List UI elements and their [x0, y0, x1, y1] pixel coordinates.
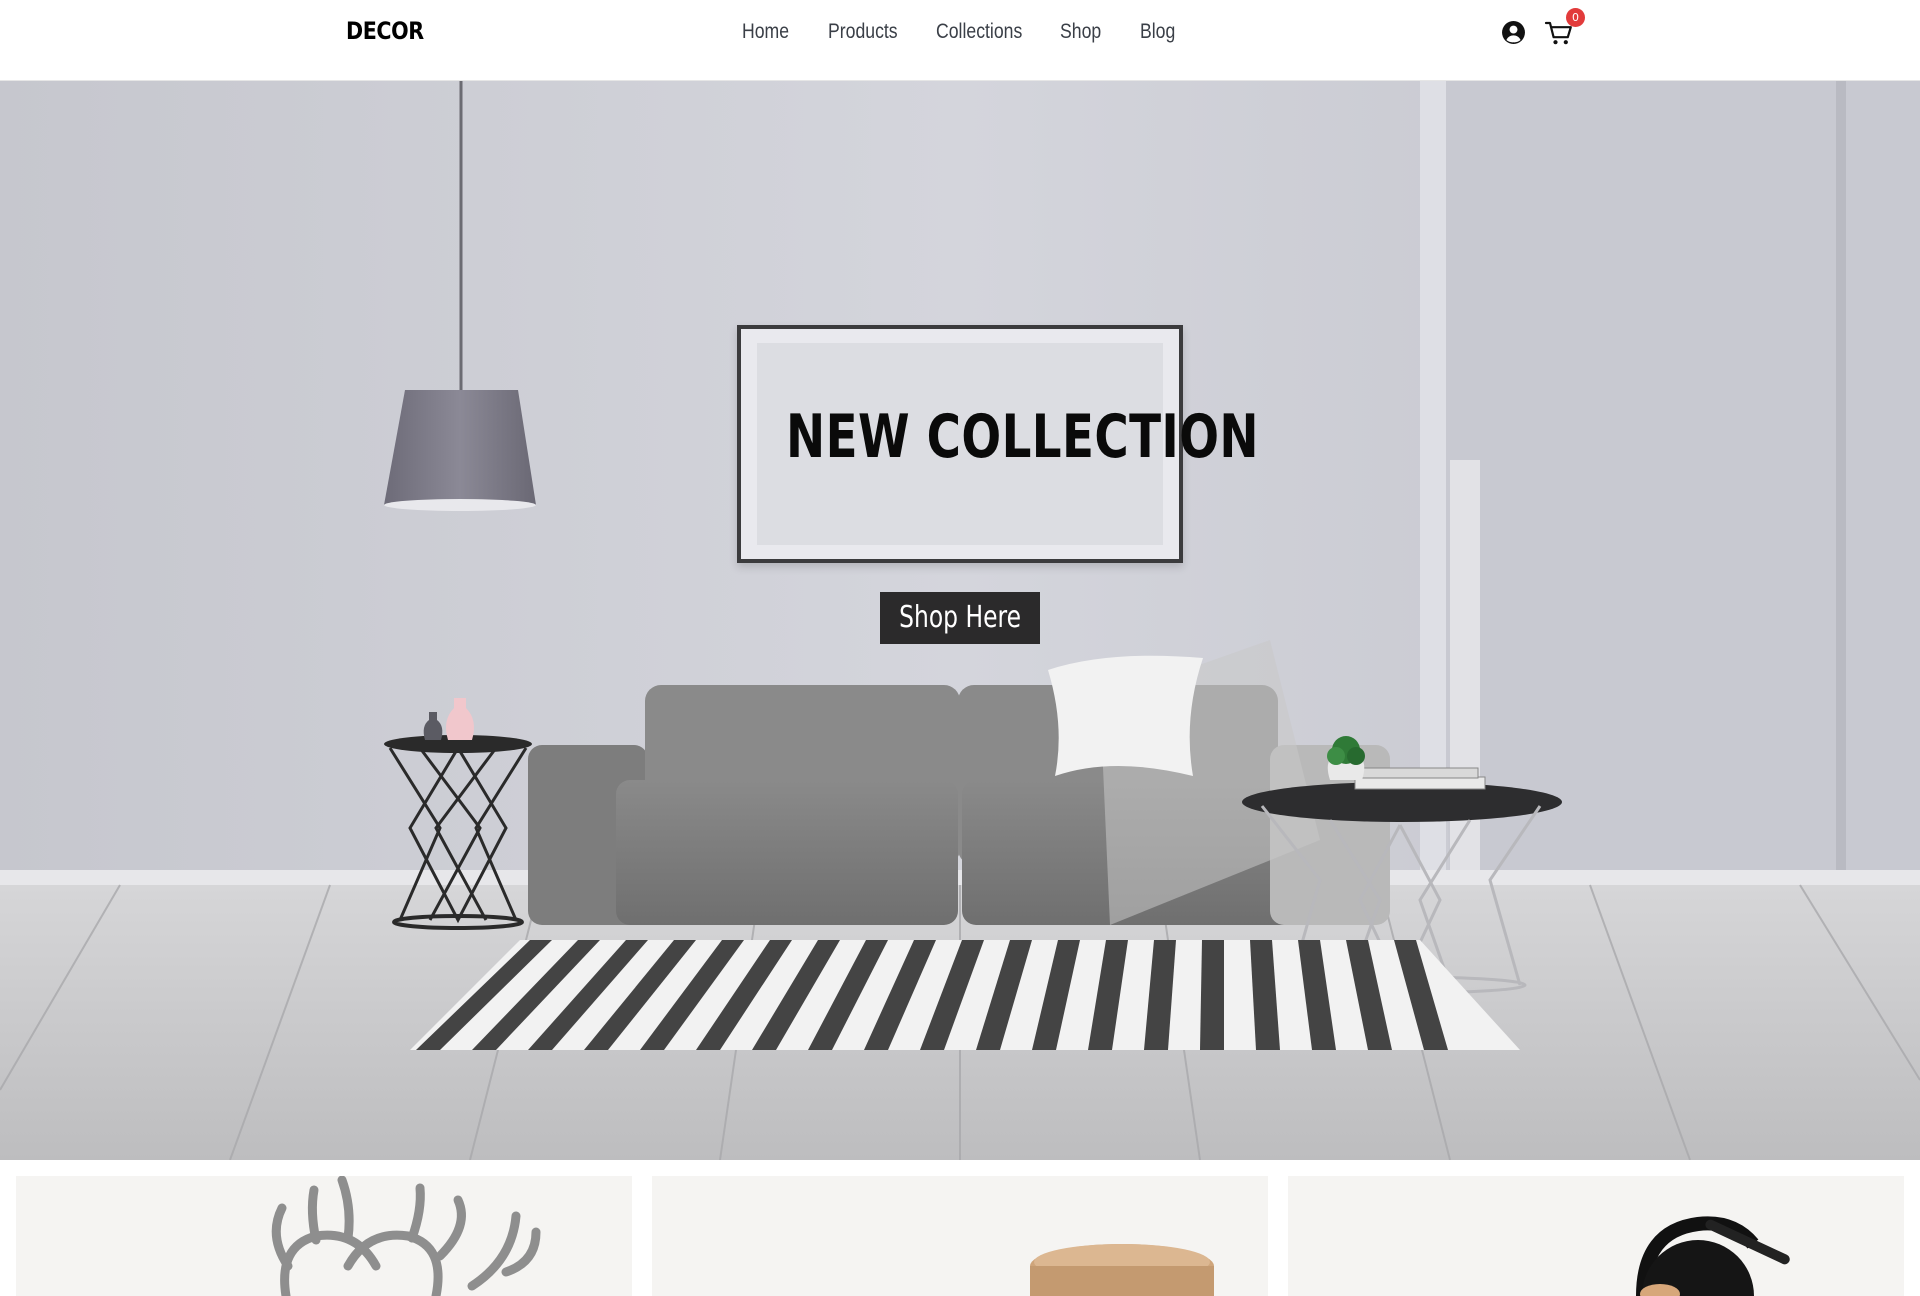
hero-banner: NEW COLLECTION Shop Here [0, 80, 1920, 1160]
product-card-desk-lamp[interactable] [1288, 1176, 1904, 1296]
site-logo[interactable]: DECOR [346, 17, 424, 45]
nav-item-home[interactable]: Home [742, 20, 814, 44]
product-card-antler[interactable] [16, 1176, 632, 1296]
user-circle-icon[interactable] [1501, 20, 1526, 45]
nav-item-products[interactable]: Products [828, 20, 919, 44]
wooden-side-table-image [1030, 1244, 1214, 1296]
black-desk-lamp-image [1636, 1216, 1790, 1296]
shop-here-label: Shop Here [899, 600, 1021, 635]
site-header: DECOR Home Products Collections Shop Blo… [0, 0, 1920, 81]
nav-item-blog[interactable]: Blog [1140, 20, 1190, 44]
nav-item-collections[interactable]: Collections [936, 20, 1040, 44]
hero-title: NEW COLLECTION [786, 402, 1259, 472]
main-nav: Home Products Collections Shop Blog [742, 20, 1200, 44]
shop-here-button[interactable]: Shop Here [880, 592, 1040, 644]
nav-item-shop[interactable]: Shop [1060, 20, 1127, 44]
product-card-side-table[interactable] [652, 1176, 1268, 1296]
cart-count-badge: 0 [1566, 8, 1585, 27]
antler-decor-image [271, 1176, 541, 1296]
